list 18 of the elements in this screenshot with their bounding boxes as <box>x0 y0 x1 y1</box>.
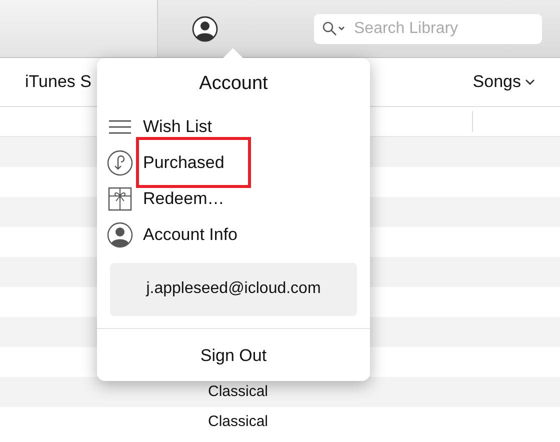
account-icon[interactable] <box>192 16 218 42</box>
store-link[interactable]: iTunes S <box>25 69 92 95</box>
sign-out-button[interactable]: Sign Out <box>200 342 267 368</box>
account-email: j.appleseed@icloud.com <box>110 262 357 316</box>
popover-title: Account <box>199 72 268 96</box>
search-icon <box>322 20 346 36</box>
menu-item[interactable]: Wish List <box>139 114 216 140</box>
genre-cell-text: Classical <box>208 382 268 402</box>
search-field[interactable]: Search Library <box>314 14 542 44</box>
menu-item[interactable]: Purchased <box>139 140 248 186</box>
songs-menu[interactable]: Songs <box>472 69 535 95</box>
gift-icon <box>108 186 132 210</box>
menu-item[interactable]: Redeem… <box>139 186 228 212</box>
list-icon <box>109 120 131 134</box>
menu-item[interactable]: Account Info <box>139 222 242 248</box>
person-icon <box>107 222 133 248</box>
chevron-icon <box>525 79 535 85</box>
genre-cell-text: Classical <box>208 412 268 432</box>
